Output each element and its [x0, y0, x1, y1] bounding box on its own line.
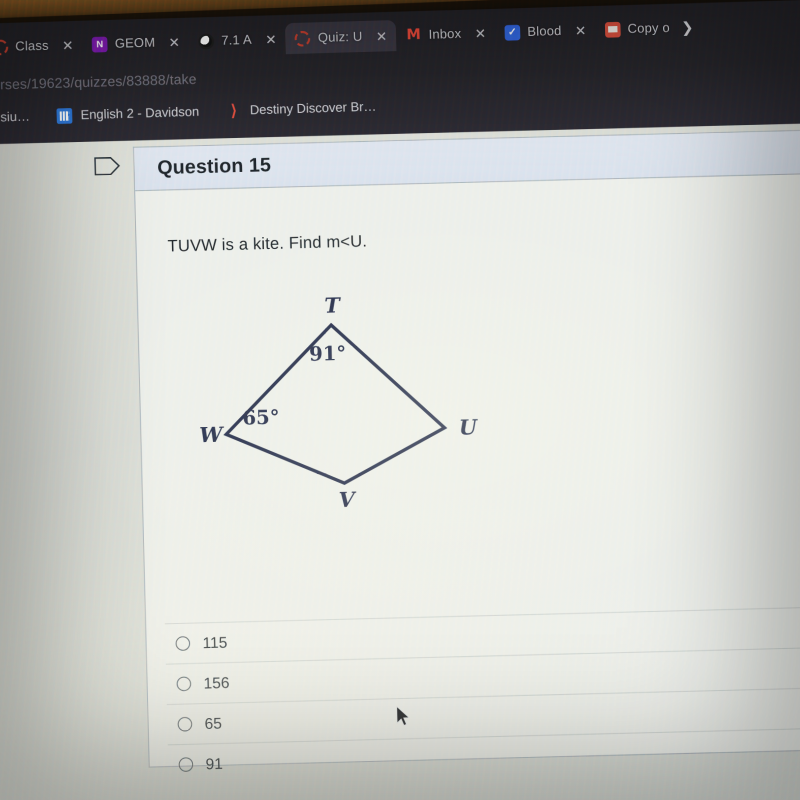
vertex-label-T: T: [324, 293, 342, 317]
tab-title: Blood: [527, 23, 562, 39]
arrow-pointer-icon: [396, 705, 410, 726]
angle-label-W: 65°: [242, 406, 280, 430]
globe-icon: [198, 33, 215, 49]
close-icon[interactable]: ✕: [376, 28, 388, 44]
close-icon[interactable]: ✕: [62, 37, 74, 53]
question-text: TUVW is a kite. Find m<U.: [167, 233, 368, 256]
tab-title: Class: [15, 38, 49, 54]
gmail-icon: M: [406, 26, 422, 44]
browser-tab-quiz[interactable]: Quiz: U ✕: [285, 19, 397, 55]
bookmark-label: at is magnesiu…: [0, 109, 31, 126]
close-icon[interactable]: ✕: [168, 34, 180, 50]
browser-tab-blood[interactable]: ✓ Blood ✕: [495, 14, 596, 48]
browser-tab-copy[interactable]: Copy o: [595, 12, 677, 45]
question-container: Question 15 TUVW is a kite. Find m<U. T …: [133, 126, 800, 785]
canvas-icon: [294, 30, 311, 47]
close-icon[interactable]: ✕: [575, 22, 587, 38]
answer-label: 115: [202, 633, 228, 652]
canvas-icon: [0, 38, 9, 55]
bookmark-label: Destiny Discover Br…: [249, 99, 377, 118]
kite-figure: T U V W 91° 65°: [169, 280, 662, 551]
red-doc-icon: [604, 21, 621, 38]
screenshot-stage: Class ✕ N GEOM ✕ 7.1 A ✕ Quiz: U ✕ M Inb…: [0, 0, 800, 800]
monitor-photo: Class ✕ N GEOM ✕ 7.1 A ✕ Quiz: U ✕ M Inb…: [0, 0, 800, 800]
kite-diagram-svg: T U V W 91° 65°: [199, 293, 480, 512]
vertex-label-U: U: [459, 415, 480, 439]
tab-overflow-chevron-icon[interactable]: ❯: [681, 18, 694, 36]
answer-label: 91: [205, 754, 224, 773]
vertex-label-W: W: [199, 423, 225, 448]
onenote-icon: N: [91, 36, 108, 53]
answer-label: 156: [203, 673, 230, 693]
destiny-icon: ⟩: [230, 102, 238, 121]
radio-button[interactable]: [178, 757, 194, 773]
radio-button[interactable]: [176, 676, 192, 692]
sheets-icon: [56, 107, 73, 124]
tab-title: Copy o: [627, 20, 671, 37]
close-icon[interactable]: ✕: [265, 31, 277, 47]
tab-title: GEOM: [114, 35, 156, 51]
tab-title: 7.1 A: [221, 32, 253, 48]
answer-label: 65: [204, 714, 223, 733]
page-title: Question 15: [157, 154, 272, 179]
bookmark-item-english2[interactable]: English 2 - Davidson: [56, 104, 200, 124]
blue-check-icon: ✓: [504, 24, 521, 41]
bookmark-item-magnesium[interactable]: at is magnesiu…: [0, 109, 30, 126]
browser-tab-71a[interactable]: 7.1 A ✕: [189, 23, 287, 57]
browser-tab-inbox[interactable]: M Inbox ✕: [396, 17, 496, 51]
question-body: TUVW is a kite. Find m<U. T U V W 91° 65…: [135, 171, 800, 785]
answer-options-list: 115 156 65 91: [164, 604, 800, 785]
radio-button[interactable]: [177, 716, 193, 732]
quiz-page: Question 15 TUVW is a kite. Find m<U. T …: [0, 121, 800, 800]
angle-label-T: 91°: [309, 342, 347, 366]
close-icon[interactable]: ✕: [475, 25, 487, 41]
vertex-label-V: V: [338, 488, 357, 512]
tab-title: Quiz: U: [317, 29, 363, 46]
url-path: /courses/19623/quizzes/83888/take: [0, 70, 197, 93]
radio-button[interactable]: [175, 636, 191, 651]
tab-title: Inbox: [428, 26, 462, 42]
browser-tab-geom[interactable]: N GEOM ✕: [82, 26, 189, 60]
bookmark-label: English 2 - Davidson: [80, 104, 200, 123]
bookmark-item-destiny[interactable]: ⟩ Destiny Discover Br…: [226, 99, 377, 121]
flag-outline-icon[interactable]: [94, 155, 121, 176]
browser-tab-class[interactable]: Class ✕: [0, 29, 83, 63]
